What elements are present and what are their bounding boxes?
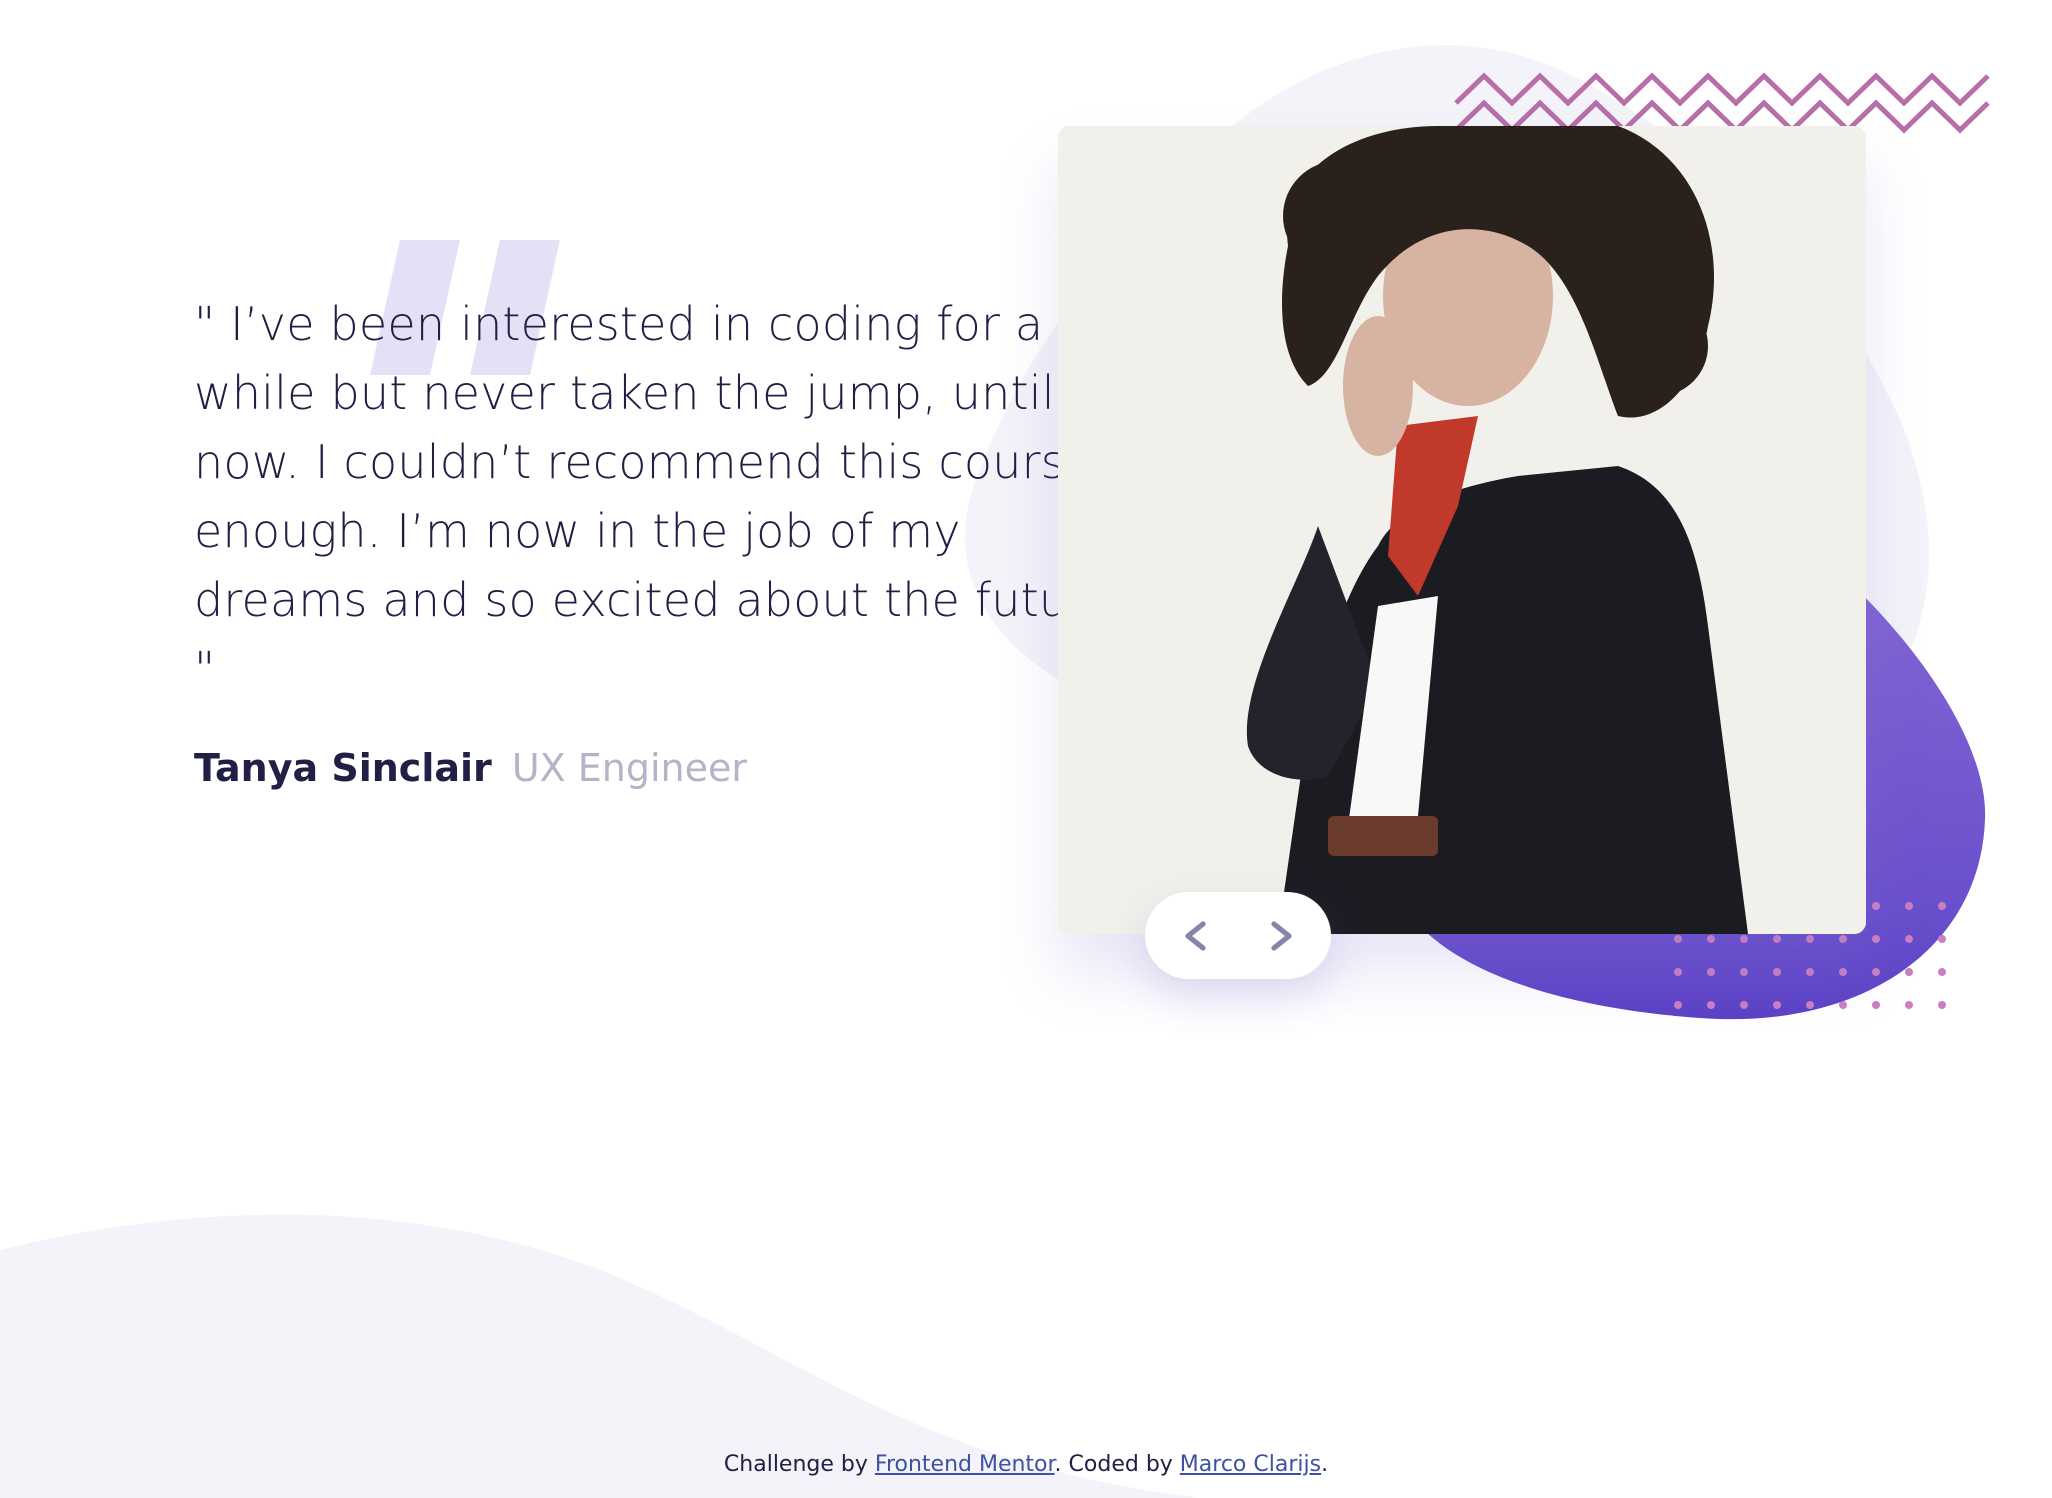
author-name: Tanya Sinclair [194, 746, 492, 790]
portrait-illustration [1058, 126, 1866, 934]
author-info: Tanya Sinclair UX Engineer [194, 746, 1194, 790]
testimonial-photo [1058, 126, 1866, 934]
prev-button[interactable] [1165, 904, 1229, 968]
chevron-right-icon [1270, 920, 1292, 951]
frontend-mentor-link[interactable]: Frontend Mentor [875, 1452, 1055, 1477]
footer-suffix: . [1321, 1452, 1329, 1477]
attribution-footer: Challenge by Frontend Mentor. Coded by M… [0, 1452, 2052, 1477]
testimonial-page: " I’ve been interested in coding for a w… [0, 0, 2052, 1498]
chevron-left-icon [1184, 920, 1206, 951]
footer-middle: . Coded by [1054, 1452, 1180, 1477]
author-role: UX Engineer [511, 746, 748, 790]
footer-prefix: Challenge by [723, 1452, 875, 1477]
author-link[interactable]: Marco Clarijs [1180, 1452, 1321, 1477]
testimonial-quote: " I’ve been interested in coding for a w… [194, 297, 1130, 696]
testimonial-content: " I’ve been interested in coding for a w… [194, 290, 1194, 790]
slider-navigation [1145, 892, 1331, 979]
next-button[interactable] [1248, 904, 1312, 968]
